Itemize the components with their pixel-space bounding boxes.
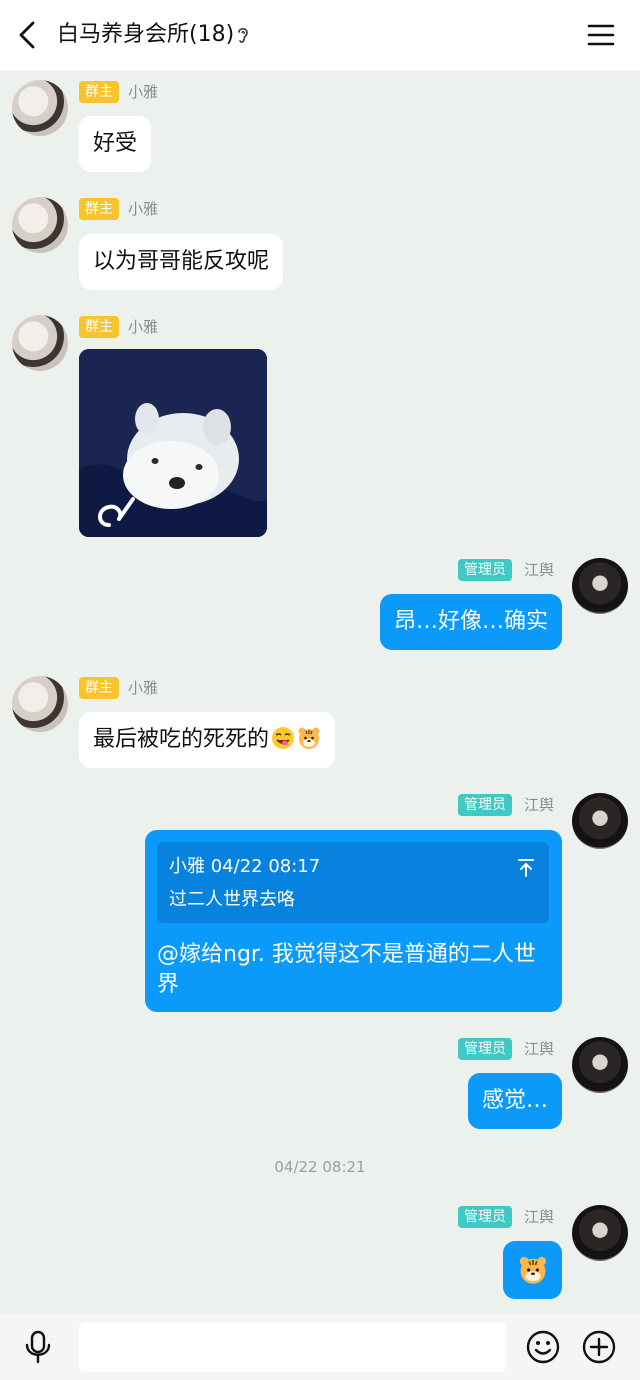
chevron-left-icon <box>19 21 35 49</box>
avatar-jiangyu[interactable] <box>572 1037 628 1093</box>
message-bubble[interactable]: 以为哥哥能反攻呢 <box>79 234 284 290</box>
smiley-icon[interactable] <box>526 1330 560 1364</box>
sender-name[interactable]: 江舆 <box>524 559 554 581</box>
message-text: 好受 <box>93 131 138 156</box>
microphone-icon[interactable] <box>22 1330 54 1364</box>
back-button[interactable] <box>12 18 42 52</box>
quoted-meta: 小雅 04/22 08:17 <box>169 856 321 877</box>
message-bubble[interactable]: 昂…好像…确实 <box>379 594 562 650</box>
chat-title[interactable]: 白马养身会所(18) <box>57 20 234 50</box>
owner-badge: 群主 <box>79 81 119 103</box>
avatar-jiangyu[interactable] <box>572 1205 628 1261</box>
hamburger-menu-icon[interactable] <box>586 20 616 50</box>
admin-badge: 管理员 <box>458 794 512 816</box>
avatar-xiaoya[interactable] <box>12 197 68 253</box>
chat-header: 白马养身会所(18) <box>0 0 640 70</box>
message-bubble[interactable]: 感觉… <box>467 1073 562 1129</box>
avatar-xiaoya[interactable] <box>12 676 68 732</box>
tiger-face-emoji <box>519 1256 546 1284</box>
ear-icon <box>238 27 248 43</box>
message-text: 昂…好像…确实 <box>393 609 548 634</box>
sender-name[interactable]: 江舆 <box>524 1038 554 1060</box>
avatar-xiaoya[interactable] <box>12 80 68 136</box>
sender-name[interactable]: 小雅 <box>128 198 158 220</box>
message-text: 最后被吃的死死的 <box>93 727 270 752</box>
admin-badge: 管理员 <box>458 1038 512 1060</box>
quoted-message[interactable]: 小雅 04/22 08:17 过二人世界去咯 <box>157 842 549 923</box>
admin-badge: 管理员 <box>458 559 512 581</box>
message-input[interactable] <box>79 1322 506 1372</box>
plus-circle-icon[interactable] <box>582 1330 616 1364</box>
tiger-face-emoji <box>298 727 320 749</box>
owner-badge: 群主 <box>79 316 119 338</box>
message-input-bar <box>0 1314 640 1380</box>
message-text: 以为哥哥能反攻呢 <box>93 249 270 274</box>
sender-name[interactable]: 小雅 <box>128 81 158 103</box>
sender-name[interactable]: 小雅 <box>128 316 158 338</box>
white-puppy-photo[interactable] <box>79 349 267 537</box>
sender-name[interactable]: 江舆 <box>524 794 554 816</box>
sender-name[interactable]: 江舆 <box>524 1206 554 1228</box>
avatar-xiaoya[interactable] <box>12 315 68 371</box>
tongue-wink-emoji <box>272 727 295 749</box>
message-text: 感觉… <box>481 1088 548 1113</box>
reply-text: @嫁给ngr. 我觉得这不是普通的二人世界 <box>157 942 536 997</box>
avatar-jiangyu[interactable] <box>572 793 628 849</box>
admin-badge: 管理员 <box>458 1206 512 1228</box>
puppy-image <box>79 349 267 537</box>
owner-badge: 群主 <box>79 198 119 220</box>
message-bubble[interactable]: 好受 <box>79 116 152 172</box>
sender-name[interactable]: 小雅 <box>128 677 158 699</box>
owner-badge: 群主 <box>79 677 119 699</box>
avatar-jiangyu[interactable] <box>572 558 628 614</box>
reply-message-bubble[interactable]: 小雅 04/22 08:17 过二人世界去咯 @嫁给ngr. 我觉得这不是普通的… <box>145 830 562 1012</box>
quoted-text: 过二人世界去咯 <box>169 889 295 910</box>
sticker-bubble[interactable] <box>503 1241 562 1299</box>
time-divider: 04/22 08:21 <box>274 1158 366 1176</box>
jump-to-quote-icon[interactable] <box>517 858 535 878</box>
message-bubble[interactable]: 最后被吃的死死的 <box>79 712 336 768</box>
